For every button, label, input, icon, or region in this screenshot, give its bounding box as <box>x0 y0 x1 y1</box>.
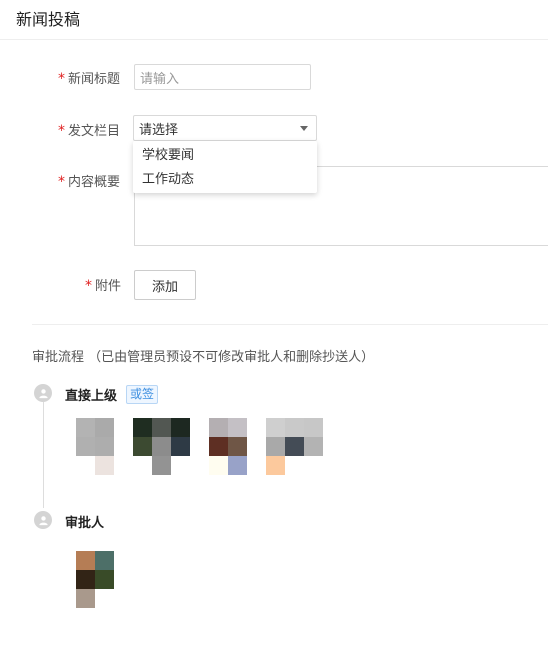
avatar-pixel <box>209 418 228 437</box>
avatar[interactable] <box>76 551 133 608</box>
avatar-pixel <box>114 456 133 475</box>
avatar[interactable] <box>133 418 190 475</box>
approval-flow-title: 审批流程 （已由管理员预设不可修改审批人和删除抄送人） <box>32 350 375 365</box>
add-attachment-button[interactable]: 添加 <box>134 270 196 300</box>
section-divider <box>32 324 548 325</box>
avatar-pixel <box>304 437 323 456</box>
avatar-pixel <box>266 437 285 456</box>
avatar-pixel <box>133 418 152 437</box>
avatar[interactable] <box>266 418 323 475</box>
avatar-pixel <box>152 437 171 456</box>
avatar[interactable] <box>209 418 266 475</box>
avatar-pixel <box>266 418 285 437</box>
avatar-pixel <box>285 418 304 437</box>
attachment-label: 附件 <box>95 279 122 294</box>
avatar-pixel <box>76 456 95 475</box>
avatar-pixel <box>152 456 171 475</box>
avatar-pixel <box>171 456 190 475</box>
approver-node-icon <box>34 511 52 529</box>
avatar-pixel <box>76 437 95 456</box>
avatar-pixel <box>76 589 95 608</box>
dropdown-option-work-updates[interactable]: 工作动态 <box>133 168 317 192</box>
avatar-pixel <box>114 437 133 456</box>
news-title-label: 新闻标题 <box>68 72 121 87</box>
avatar-pixel <box>228 418 247 437</box>
avatar-pixel <box>304 456 323 475</box>
avatar-pixel <box>114 551 133 570</box>
avatar-pixel <box>247 437 266 456</box>
avatar-pixel <box>114 589 133 608</box>
avatar-pixel <box>133 456 152 475</box>
node-name-direct-supervisor: 直接上级 <box>65 389 118 404</box>
news-title-placeholder: 请输入 <box>140 71 180 87</box>
avatar-pixel <box>152 418 171 437</box>
column-dropdown: 学校要闻 工作动态 <box>133 141 317 193</box>
timeline-line <box>43 402 44 508</box>
avatar-pixel <box>76 570 95 589</box>
required-mark: * <box>58 174 65 190</box>
avatar-pixel <box>228 437 247 456</box>
avatar-pixel <box>95 456 114 475</box>
avatar-pixel <box>114 418 133 437</box>
avatar-pixel <box>171 418 190 437</box>
approver-node-icon <box>34 384 52 402</box>
avatar-pixel <box>114 570 133 589</box>
avatar-pixel <box>95 551 114 570</box>
summary-label: 内容概要 <box>68 175 121 190</box>
or-sign-badge: 或签 <box>126 385 159 404</box>
column-select[interactable]: 请选择 <box>133 115 317 141</box>
avatar-pixel <box>247 456 266 475</box>
required-mark: * <box>85 278 92 294</box>
avatar-pixel <box>247 418 266 437</box>
avatar-pixel <box>95 437 114 456</box>
avatar-pixel <box>76 551 95 570</box>
avatar-pixel <box>285 437 304 456</box>
column-select-value: 请选择 <box>139 122 179 138</box>
avatar-pixel <box>228 456 247 475</box>
avatar-pixel <box>209 456 228 475</box>
avatar-pixel <box>95 589 114 608</box>
avatar-pixel <box>95 570 114 589</box>
avatar-pixel <box>171 437 190 456</box>
avatar-pixel <box>209 437 228 456</box>
node-name-approver: 审批人 <box>65 516 105 531</box>
news-title-input[interactable]: 请输入 <box>134 64 311 90</box>
avatar-pixel <box>76 418 95 437</box>
chevron-down-icon <box>300 126 308 131</box>
dropdown-option-school-news[interactable]: 学校要闻 <box>133 144 317 168</box>
title-divider <box>0 39 548 40</box>
avatar-pixel <box>304 418 323 437</box>
avatar-pixel <box>133 437 152 456</box>
required-mark: * <box>58 123 65 139</box>
avatar-pixel <box>266 456 285 475</box>
column-label: 发文栏目 <box>68 124 121 139</box>
avatar-pixel <box>95 418 114 437</box>
page-title: 新闻投稿 <box>16 10 81 29</box>
avatar-pixel <box>285 456 304 475</box>
required-mark: * <box>58 71 65 87</box>
avatar[interactable] <box>76 418 133 475</box>
